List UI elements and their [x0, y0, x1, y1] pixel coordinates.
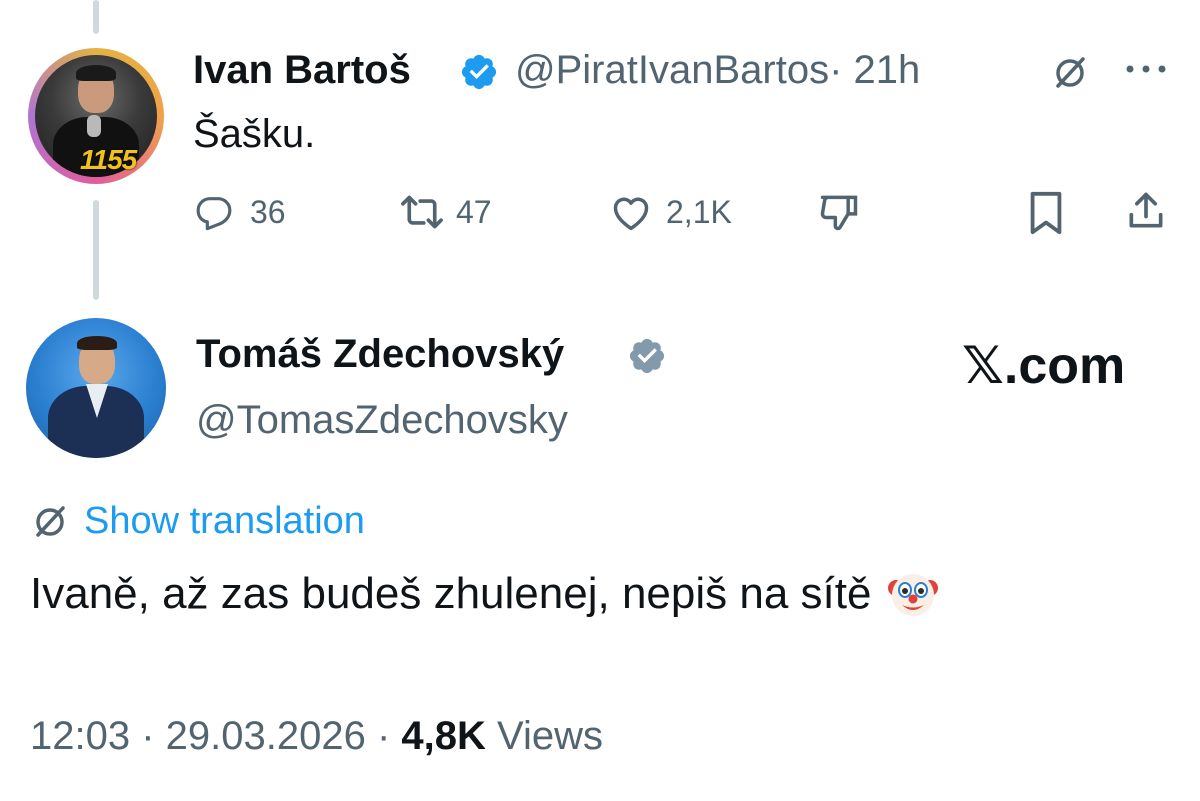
repost-icon — [401, 195, 443, 229]
main-tweet-text-content: Ivaně, až zas budeš zhulenej, nepiš na s… — [30, 569, 872, 618]
reply-count: 36 — [250, 193, 286, 230]
author-handle[interactable]: @TomasZdechovsky — [196, 396, 568, 444]
bookmark-button[interactable] — [1026, 190, 1066, 236]
reply-button[interactable]: 36 — [192, 192, 286, 232]
views-count: 4,8K — [401, 714, 486, 758]
translate-icon — [36, 506, 65, 537]
author-display-name[interactable]: Tomáš Zdechovský — [196, 330, 564, 378]
repost-button[interactable]: 47 — [398, 192, 492, 232]
timestamp[interactable]: 12:03 · 29.03.2026 · — [30, 714, 390, 758]
repost-count: 47 — [456, 193, 492, 230]
views-label: Views — [497, 714, 604, 758]
like-count: 2,1K — [666, 193, 732, 230]
parent-handle-time[interactable]: @PiratIvanBartos· 21h — [515, 46, 920, 94]
parent-display-name[interactable]: Ivan Bartoš — [193, 46, 411, 94]
avatar-badge: 1155 — [80, 144, 137, 175]
clown-face-emoji-icon — [888, 574, 939, 616]
verified-gray-badge-icon — [629, 338, 665, 374]
x-com-watermark: 𝕏.com — [962, 337, 1126, 395]
share-button[interactable] — [1124, 188, 1168, 234]
show-translation-label[interactable]: Show translation — [84, 498, 365, 544]
thread-line-top — [93, 0, 99, 34]
dislike-button[interactable] — [816, 190, 862, 234]
show-translation-button[interactable]: Show translation — [30, 498, 365, 544]
translate-icon[interactable] — [1050, 52, 1090, 92]
bookmark-icon — [1030, 191, 1062, 235]
parent-handle[interactable]: @PiratIvanBartos — [515, 48, 829, 92]
parent-tweet-text: Šašku. — [193, 112, 316, 156]
heart-icon — [613, 197, 649, 231]
reply-icon — [196, 197, 232, 231]
thumbs-down-icon — [820, 195, 858, 231]
parent-time[interactable]: · 21h — [829, 48, 920, 92]
like-button[interactable]: 2,1K — [608, 192, 732, 232]
share-icon — [1129, 192, 1163, 228]
main-tweet-text: Ivaně, až zas budeš zhulenej, nepiš na s… — [30, 568, 939, 620]
thread-line-bottom — [93, 200, 99, 300]
verified-badge-icon — [461, 54, 497, 90]
avatar-ivan-bartos[interactable]: 1155 — [28, 48, 164, 184]
tweet-meta: 12:03 · 29.03.2026 · 4,8K Views — [30, 712, 603, 760]
avatar-tomas-zdechovsky[interactable] — [26, 318, 166, 458]
more-options-icon[interactable] — [1124, 62, 1168, 76]
